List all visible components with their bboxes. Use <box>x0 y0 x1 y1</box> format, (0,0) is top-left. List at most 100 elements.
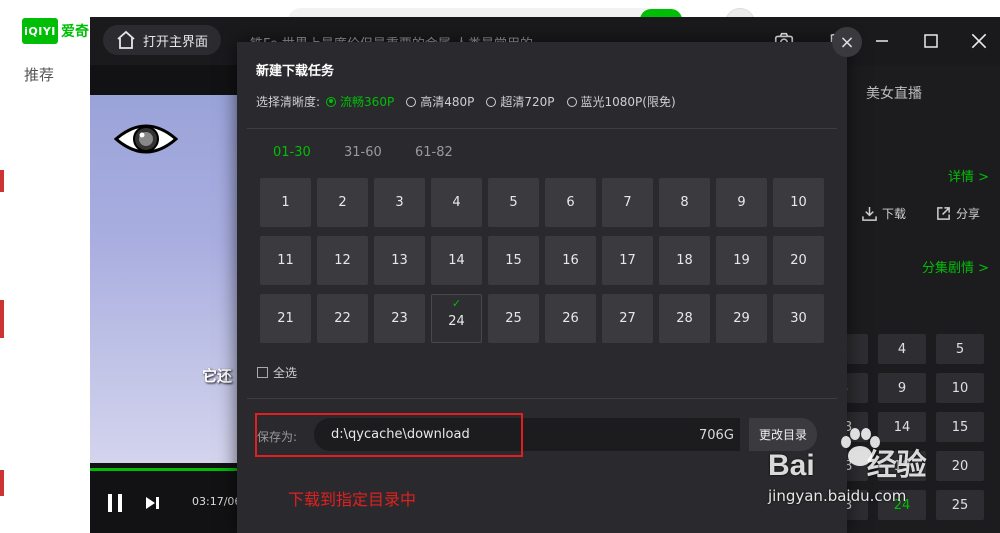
quality-option-label: 高清480P <box>420 95 475 109</box>
download-label: 下载 <box>882 207 907 221</box>
open-main-button[interactable]: 打开主界面 <box>103 25 221 55</box>
detail-link[interactable]: 详情 > <box>948 166 989 185</box>
episode-number: 12 <box>334 253 351 268</box>
episode-tile[interactable]: 3 <box>374 178 425 227</box>
episode-number: 8 <box>680 195 689 210</box>
rp-episode[interactable]: 14 <box>878 412 926 442</box>
episode-tile[interactable]: 15 <box>488 236 539 285</box>
quality-option-360p[interactable]: 流畅360P <box>326 93 394 110</box>
rp-episode[interactable]: 15 <box>936 412 984 442</box>
baidu-paw-icon <box>841 428 880 466</box>
rp-episode[interactable]: 20 <box>936 451 984 481</box>
left-accent-mark <box>0 300 4 338</box>
episode-tile[interactable]: 9 <box>716 178 767 227</box>
quality-option-480p[interactable]: 高清480P <box>406 93 474 110</box>
range-tab-01-30[interactable]: 01-30 <box>273 145 311 160</box>
check-icon: ✓ <box>451 297 462 310</box>
episode-tile[interactable]: 2 <box>317 178 368 227</box>
rp-episode[interactable]: 4 <box>878 334 926 364</box>
episode-tile[interactable]: 29 <box>716 294 767 343</box>
episode-tile[interactable]: 13 <box>374 236 425 285</box>
open-main-label: 打开主界面 <box>143 34 209 50</box>
episode-tile[interactable]: 18 <box>659 236 710 285</box>
episode-tile[interactable]: 30 <box>773 294 824 343</box>
episode-tile[interactable]: 22 <box>317 294 368 343</box>
episode-tile[interactable]: 19 <box>716 236 767 285</box>
episode-tile[interactable]: 6 <box>545 178 596 227</box>
left-accent-mark <box>0 470 4 496</box>
next-icon[interactable] <box>144 495 162 511</box>
download-dialog: 新建下载任务 选择清晰度: 流畅360P 高清480P 超清720P 蓝光108… <box>237 42 847 533</box>
episode-number: 30 <box>790 311 807 326</box>
checkbox-icon <box>257 367 268 378</box>
quality-option-1080p[interactable]: 蓝光1080P(限免) <box>566 93 676 110</box>
episode-number: 11 <box>277 253 294 268</box>
episode-tile[interactable]: 4 <box>431 178 482 227</box>
episode-tile[interactable]: 23 <box>374 294 425 343</box>
home-icon <box>117 30 135 49</box>
close-icon[interactable] <box>967 29 991 53</box>
dialog-close-button[interactable]: × <box>832 27 862 57</box>
episode-tile[interactable]: 20 <box>773 236 824 285</box>
tab-live[interactable]: 美女直播 <box>866 83 922 103</box>
episode-number: 3 <box>395 195 404 210</box>
rp-episode[interactable]: 25 <box>936 490 984 520</box>
quality-option-label: 流畅360P <box>340 95 395 109</box>
episode-tile[interactable]: 27 <box>602 294 653 343</box>
download-icon <box>862 206 877 221</box>
left-accent-mark <box>0 170 4 192</box>
divider <box>247 398 837 399</box>
episode-tile[interactable]: 11 <box>260 236 311 285</box>
quality-option-720p[interactable]: 超清720P <box>486 93 555 110</box>
episode-tile[interactable]: 10 <box>773 178 824 227</box>
episode-number: 4 <box>452 195 461 210</box>
episode-tile[interactable]: 17 <box>602 236 653 285</box>
radio-icon <box>326 96 337 107</box>
episode-number: 21 <box>277 311 294 326</box>
maximize-icon[interactable] <box>919 29 943 53</box>
left-nav-recommend[interactable]: 推荐 <box>24 64 54 85</box>
pause-icon[interactable] <box>104 493 126 513</box>
range-tab-31-60[interactable]: 31-60 <box>344 145 382 160</box>
episode-number: 13 <box>391 253 408 268</box>
episode-number: 10 <box>790 195 807 210</box>
minimize-icon[interactable] <box>870 29 894 53</box>
episode-tile[interactable]: 1 <box>260 178 311 227</box>
episode-number: 20 <box>790 253 807 268</box>
rp-episode[interactable]: 9 <box>878 373 926 403</box>
select-all-checkbox[interactable]: 全选 <box>257 364 297 381</box>
episode-tile[interactable]: 5 <box>488 178 539 227</box>
left-app-strip: iQIYI 爱奇 推荐 <box>0 0 90 533</box>
episode-tile[interactable]: 14 <box>431 236 482 285</box>
eye-icon <box>114 124 178 154</box>
rp-episode[interactable]: 5 <box>936 334 984 364</box>
free-space: 706G <box>699 428 734 443</box>
episode-number: 22 <box>334 311 351 326</box>
episode-number: 2 <box>338 195 347 210</box>
episode-tile[interactable]: 16 <box>545 236 596 285</box>
episode-number: 23 <box>391 311 408 326</box>
range-tab-61-82[interactable]: 61-82 <box>415 145 453 160</box>
episode-number: 5 <box>509 195 518 210</box>
episode-tile[interactable]: 12 <box>317 236 368 285</box>
episode-number: 18 <box>676 253 693 268</box>
episode-tile[interactable]: 21 <box>260 294 311 343</box>
annotation-text: 下载到指定目录中 <box>288 490 417 509</box>
quality-option-label: 蓝光1080P(限免) <box>580 95 676 109</box>
episode-tile[interactable]: 25 <box>488 294 539 343</box>
episode-tile[interactable]: 26 <box>545 294 596 343</box>
episode-tile-selected[interactable]: 24 ✓ <box>431 294 482 343</box>
iqiyi-logo[interactable]: iQIYI 爱奇 <box>22 18 89 44</box>
episode-number: 15 <box>505 253 522 268</box>
logo-badge: iQIYI <box>22 18 58 44</box>
rp-episode[interactable]: 10 <box>936 373 984 403</box>
episode-tile[interactable]: 28 <box>659 294 710 343</box>
episode-number: 25 <box>505 311 522 326</box>
episode-number: 9 <box>737 195 746 210</box>
quality-label: 选择清晰度: <box>256 95 321 109</box>
download-action[interactable]: 下载 <box>862 205 906 222</box>
episode-tile[interactable]: 8 <box>659 178 710 227</box>
episodes-link[interactable]: 分集剧情 > <box>922 257 989 276</box>
share-action[interactable]: 分享 <box>936 205 980 222</box>
episode-tile[interactable]: 7 <box>602 178 653 227</box>
